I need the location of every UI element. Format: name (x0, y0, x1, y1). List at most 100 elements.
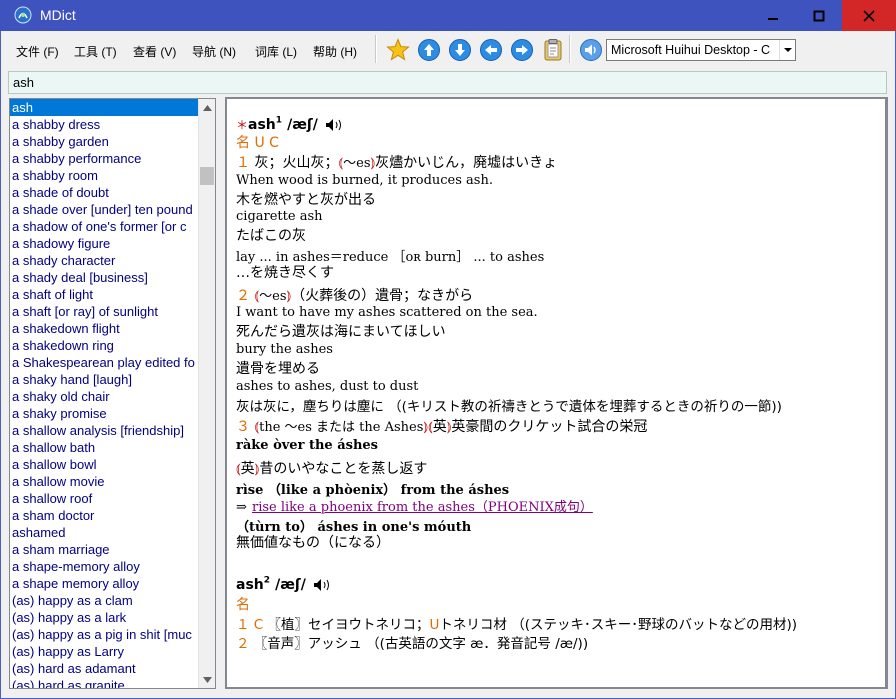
word-list-item[interactable]: a shabby dress (10, 116, 199, 133)
sense-tag: 〜es (343, 156, 371, 171)
word-list-item[interactable]: a sham marriage (10, 541, 199, 558)
sense-number: ２ (236, 636, 250, 652)
word-list-item[interactable]: (as) hard as granite (10, 677, 199, 688)
clipboard-icon[interactable] (541, 38, 565, 62)
word-list-item[interactable]: ash (10, 99, 199, 116)
sense-number: １ (236, 155, 250, 171)
word-list-item[interactable]: a shade over [under] ten pound (10, 201, 199, 218)
word-list-item[interactable]: a shabby garden (10, 133, 199, 150)
example-jp: 灰は灰に，塵ちりは塵に （(キリスト教の祈禱きとうで遺体を埋葬するときの祈りの一… (236, 399, 782, 415)
region-tag: 英 (432, 419, 447, 435)
word-list-item[interactable]: a shallow analysis [friendship] (10, 422, 199, 439)
entry2-superscript: 2 (263, 575, 271, 586)
arrow-down-icon[interactable] (448, 38, 472, 62)
word-list-item[interactable]: a shade of doubt (10, 184, 199, 201)
word-list-item[interactable]: a shabby performance (10, 150, 199, 167)
example-jp: …を焼き尽くす (236, 265, 334, 281)
menu-help[interactable]: 帮助 (H) (313, 43, 357, 60)
example-jp: 死んだら遺灰は海にまいてほしい (236, 324, 446, 340)
play-audio-icon[interactable] (325, 118, 345, 132)
word-list-scrollbar[interactable] (198, 99, 215, 688)
example-jp: 遺骨を埋める (236, 361, 320, 377)
example-en: I want to have my ashes scattered on the… (236, 305, 538, 320)
word-list-item[interactable]: (as) happy as a clam (10, 592, 199, 609)
word-list-item[interactable]: a shape memory alloy (10, 575, 199, 592)
entry1-pos: 名 U C (236, 132, 279, 152)
minimize-button[interactable] (750, 0, 796, 31)
word-list-item[interactable]: (as) happy as a pig in shit [muc (10, 626, 199, 643)
entry2-pronunciation: /æʃ/ (275, 577, 306, 593)
close-button[interactable] (842, 0, 896, 31)
dictionary-select[interactable]: Microsoft Huihui Desktop - C (606, 39, 796, 61)
title-bar[interactable]: MDict (0, 0, 896, 31)
word-list[interactable]: ash a shabby dress a shabby garden a shabby… (9, 98, 216, 689)
word-list-item[interactable]: a shady character (10, 252, 199, 269)
menu-navigate[interactable]: 导航 (N) (192, 43, 236, 60)
word-list-item[interactable]: a shakedown flight (10, 320, 199, 337)
sense-number: １ (236, 617, 250, 633)
word-list-item[interactable]: a shallow bath (10, 439, 199, 456)
word-list-item[interactable]: a Shakespearean play edited fo (10, 354, 199, 371)
word-list-item[interactable]: a shady deal [business] (10, 269, 199, 286)
menu-library[interactable]: 词库 (L) (255, 43, 297, 60)
word-list-item[interactable]: a shakedown ring (10, 337, 199, 354)
word-list-item[interactable]: a shaky old chair (10, 388, 199, 405)
phrase-headword: ràke òver the áshes (236, 438, 378, 453)
sense-number: ３ (236, 419, 250, 435)
menu-tools[interactable]: 工具 (T) (74, 43, 117, 60)
back-arrow-icon[interactable] (479, 38, 503, 62)
sense-definition: 〖音声〗アッシュ （(古英語の文字 æ．発音記号 /æ/)) (253, 636, 589, 652)
arrow-right-icon: ⇒ (236, 500, 247, 515)
maximize-button[interactable] (796, 0, 842, 31)
word-list-item[interactable]: a shaky promise (10, 405, 199, 422)
word-list-item[interactable]: a shabby room (10, 167, 199, 184)
entry1-pos-label: 名 (236, 135, 250, 151)
word-list-item[interactable]: (as) hard as adamant (10, 660, 199, 677)
word-list-item[interactable]: (as) happy as Larry (10, 643, 199, 660)
word-list-item[interactable]: a shaft [or ray] of sunlight (10, 303, 199, 320)
app-window: MDict 文件 (F) 工具 (T) 查看 (V) 导航 (N) 词库 (L)… (0, 0, 896, 699)
scroll-up-icon[interactable] (199, 99, 215, 116)
entry1-sense2: ２ ⦅〜es⦆（火葬後の）遺骨；なきがら (236, 288, 474, 304)
entry1-header: ＊ash1 /æʃ/ (236, 114, 345, 133)
entry2-sense1: １ C 〖植〗セイヨウトネリコ；Uトネリコ材 （(ステッキ･スキー･野球のバット… (236, 613, 797, 633)
menu-view[interactable]: 查看 (V) (133, 43, 176, 60)
menu-bar: 文件 (F) 工具 (T) 查看 (V) 导航 (N) 词库 (L) 帮助 (H… (1, 31, 895, 69)
favorite-star-icon[interactable] (386, 38, 410, 62)
entry1-sense1: １ 灰；火山灰；⦅〜es⦆灰燼かいじん，廃墟はいきょ (236, 155, 558, 171)
word-list-item[interactable]: ashamed (10, 524, 199, 541)
entry1-grammar: U C (254, 135, 279, 151)
play-audio-icon[interactable] (313, 578, 333, 592)
word-list-item[interactable]: a shadowy figure (10, 235, 199, 252)
search-input[interactable]: ash (8, 71, 887, 94)
menu-file[interactable]: 文件 (F) (16, 43, 59, 60)
speaker-icon[interactable] (579, 38, 603, 62)
word-list-item[interactable]: a shaky hand [laugh] (10, 371, 199, 388)
entry1-sense3: ３ ⦅the 〜es または the Ashes⦆⦅英⦆英豪間のクリケット試合の… (236, 419, 648, 435)
chevron-down-icon[interactable] (779, 40, 795, 60)
toolbar-separator (375, 35, 377, 63)
example-en: When wood is burned, it produces ash. (236, 173, 493, 188)
entry2-headword: ash (236, 577, 264, 593)
sense-tag: the 〜es または the Ashes (259, 420, 424, 435)
definition-pane[interactable]: ＊ash1 /æʃ/ 名 U C １ 灰；火山灰；⦅〜es⦆灰燼かいじん，廃墟は… (225, 97, 888, 689)
forward-arrow-icon[interactable] (510, 38, 534, 62)
close-icon (863, 9, 875, 22)
example-jp: たばこの灰 (236, 228, 306, 244)
arrow-up-icon[interactable] (417, 38, 441, 62)
entry2-header: ash2 /æʃ/ (236, 574, 333, 593)
scrollbar-thumb[interactable] (200, 167, 214, 185)
word-list-item[interactable]: a shallow roof (10, 490, 199, 507)
word-list-item[interactable]: a sham doctor (10, 507, 199, 524)
word-list-item[interactable]: a shadow of one's former [or c (10, 218, 199, 235)
cross-reference-link[interactable]: rise like a phoenix from the ashes（PHOEN… (252, 500, 593, 515)
maximize-icon (813, 10, 825, 21)
word-list-item[interactable]: a shaft of light (10, 286, 199, 303)
sense-tag: 〜es (259, 289, 287, 304)
word-list-item[interactable]: (as) happy as a lark (10, 609, 199, 626)
scroll-down-icon[interactable] (199, 671, 215, 688)
word-list-item[interactable]: a shallow movie (10, 473, 199, 490)
word-list-item[interactable]: a shape-memory alloy (10, 558, 199, 575)
word-list-item[interactable]: a shallow bowl (10, 456, 199, 473)
sense-definition: 英豪間のクリケット試合の栄冠 (451, 419, 648, 435)
